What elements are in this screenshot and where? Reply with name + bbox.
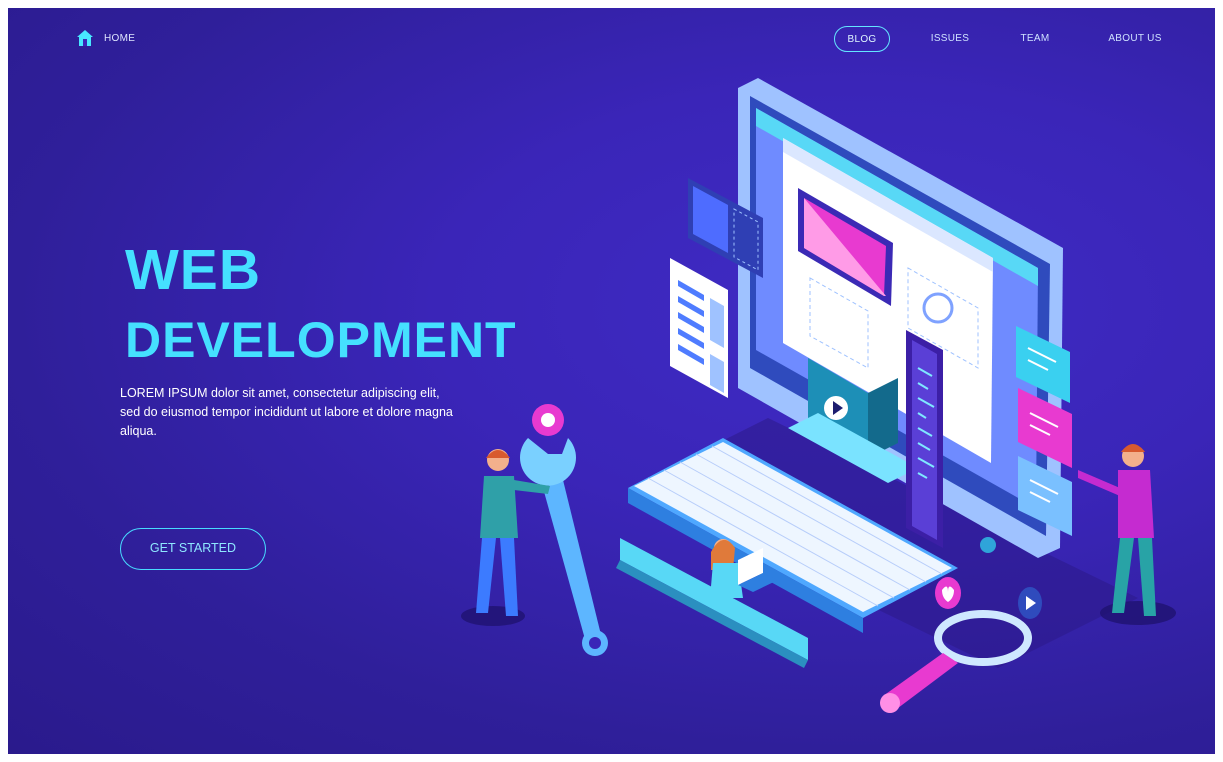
nav-home-link[interactable]: HOME (76, 29, 135, 47)
hero-title-line-1: WEB (125, 238, 261, 302)
hero-description: LOREM IPSUM dolor sit amet, consectetur … (120, 386, 453, 438)
heart-icon (935, 577, 961, 609)
landing-page: HOME BLOG ISSUES TEAM ABOUT US WEB DEVEL… (8, 8, 1215, 754)
home-icon (76, 29, 94, 47)
top-navigation: BLOG ISSUES TEAM ABOUT US (815, 26, 1215, 52)
wrench (520, 404, 608, 656)
nav-item-blog[interactable]: BLOG (834, 26, 890, 52)
web-development-illustration (461, 78, 1176, 713)
nav-item-about-us[interactable]: ABOUT US (1105, 26, 1165, 52)
nav-item-team[interactable]: TEAM (1015, 26, 1055, 52)
play-icon (1018, 587, 1042, 619)
nav-home-label: HOME (104, 32, 136, 44)
nav-item-issues[interactable]: ISSUES (927, 26, 973, 52)
get-started-button[interactable]: GET STARTED (120, 528, 266, 570)
